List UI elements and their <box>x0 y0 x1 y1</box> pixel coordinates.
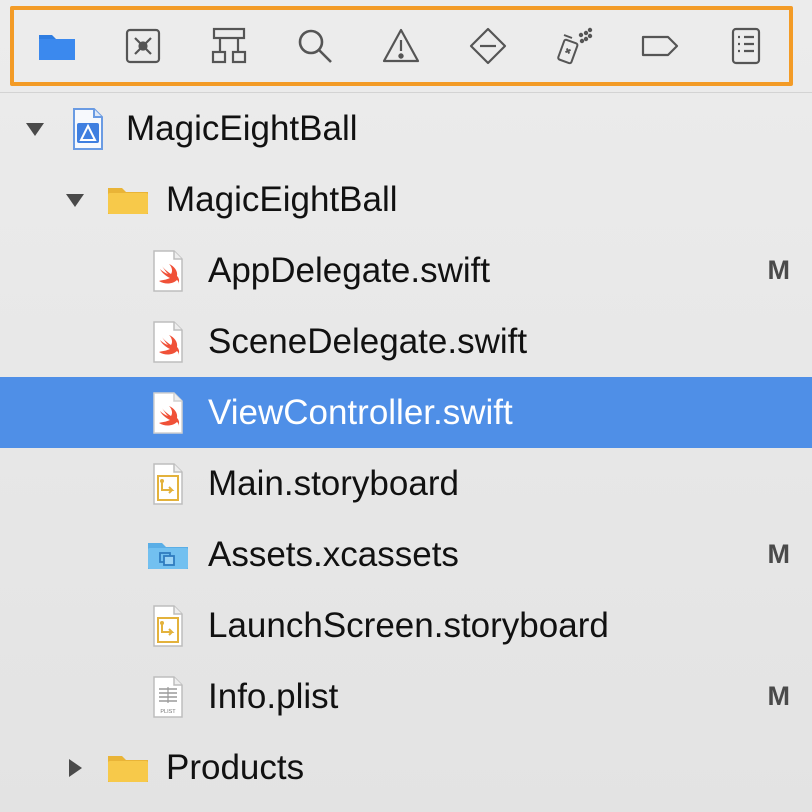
report-navigator-icon[interactable] <box>722 22 770 70</box>
breakpoint-navigator-icon[interactable] <box>636 22 684 70</box>
debug-navigator-icon[interactable] <box>550 22 598 70</box>
project-navigator-panel: MagicEightBall MagicEightBall AppDelegat… <box>0 0 812 812</box>
tree-row-file-selected[interactable]: ViewController.swift <box>0 377 812 448</box>
storyboard-file-icon <box>146 604 190 648</box>
group-label: MagicEightBall <box>166 179 398 219</box>
file-label: Main.storyboard <box>208 463 459 503</box>
test-navigator-icon[interactable] <box>464 22 512 70</box>
storyboard-file-icon <box>146 462 190 506</box>
tree-row-file[interactable]: PLIST Info.plist M <box>0 661 812 732</box>
file-label: Info.plist <box>208 676 339 716</box>
tree-row-group-collapsed[interactable]: Products <box>0 732 812 803</box>
folder-icon <box>106 178 150 222</box>
folder-icon <box>106 746 150 790</box>
plist-file-icon: PLIST <box>146 675 190 719</box>
tree-row-file[interactable]: LaunchScreen.storyboard <box>0 590 812 661</box>
asset-catalog-icon <box>146 533 190 577</box>
find-navigator-icon[interactable] <box>291 22 339 70</box>
disclosure-collapsed-icon[interactable] <box>62 755 88 781</box>
file-label: SceneDelegate.swift <box>208 321 528 361</box>
modified-badge: M <box>767 681 791 711</box>
project-tree: MagicEightBall MagicEightBall AppDelegat… <box>0 93 812 803</box>
swift-file-icon <box>146 391 190 435</box>
tree-row-group[interactable]: MagicEightBall <box>0 164 812 235</box>
issue-navigator-icon[interactable] <box>377 22 425 70</box>
modified-badge: M <box>767 255 791 285</box>
file-label: Assets.xcassets <box>208 534 459 574</box>
products-label: Products <box>166 747 305 787</box>
project-navigator-icon[interactable] <box>33 22 81 70</box>
file-label: AppDelegate.swift <box>208 250 491 290</box>
project-label: MagicEightBall <box>126 108 358 148</box>
tree-row-file[interactable]: SceneDelegate.swift <box>0 306 812 377</box>
swift-file-icon <box>146 320 190 364</box>
tree-row-project[interactable]: MagicEightBall <box>0 93 812 164</box>
plist-icon-text: PLIST <box>160 709 176 715</box>
swift-file-icon <box>146 249 190 293</box>
navigator-toolbar <box>10 6 793 86</box>
tree-row-file[interactable]: AppDelegate.swift M <box>0 235 812 306</box>
source-control-navigator-icon[interactable] <box>119 22 167 70</box>
symbol-navigator-icon[interactable] <box>205 22 253 70</box>
tree-row-file[interactable]: Main.storyboard <box>0 448 812 519</box>
xcode-project-icon <box>66 107 110 151</box>
file-label: LaunchScreen.storyboard <box>208 605 609 645</box>
disclosure-expanded-icon[interactable] <box>22 116 48 142</box>
disclosure-expanded-icon[interactable] <box>62 187 88 213</box>
modified-badge: M <box>767 539 791 569</box>
file-label: ViewController.swift <box>208 392 513 432</box>
tree-row-file[interactable]: Assets.xcassets M <box>0 519 812 590</box>
